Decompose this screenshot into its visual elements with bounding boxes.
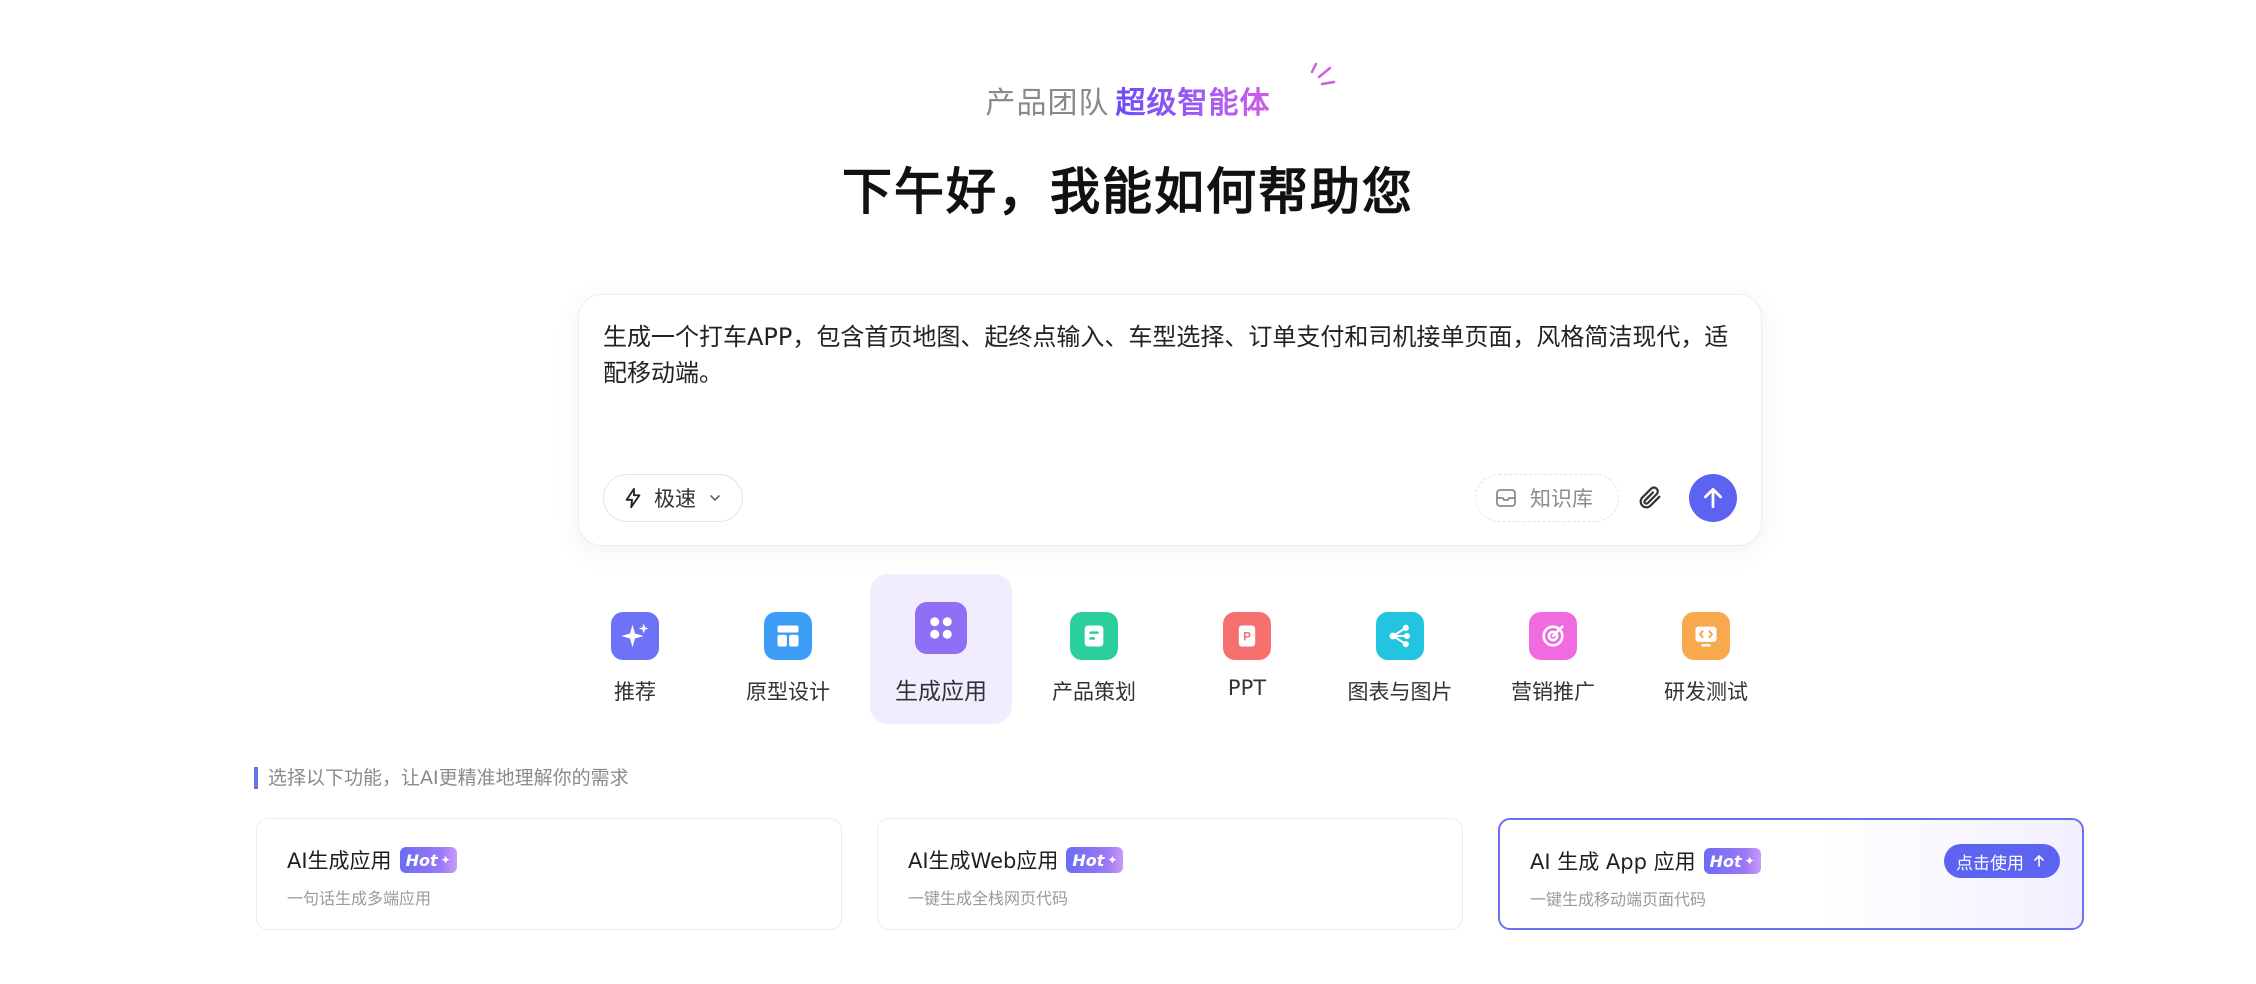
tab-label: 推荐 — [614, 680, 656, 704]
tab-product-planning[interactable]: 产品策划 — [1023, 574, 1165, 724]
code-icon — [1682, 612, 1730, 660]
chevron-down-icon — [710, 495, 720, 502]
layout-icon — [764, 612, 812, 660]
tab-ppt[interactable]: P PPT — [1176, 574, 1318, 724]
prompt-input[interactable]: 生成一个打车APP，包含首页地图、起终点输入、车型选择、订单支付和司机接单页面，… — [603, 319, 1739, 391]
send-button[interactable] — [1689, 474, 1737, 522]
feature-title: AI生成Web应用 — [908, 849, 1059, 873]
tab-prototype-design[interactable]: 原型设计 — [717, 574, 859, 724]
tab-label: 营销推广 — [1511, 680, 1595, 704]
target-icon — [1529, 612, 1577, 660]
sparkle-icon: ✦ — [1744, 854, 1755, 868]
tab-recommend[interactable]: 推荐 — [564, 574, 706, 724]
tab-generate-app[interactable]: 生成应用 — [870, 574, 1012, 724]
spark-decoration-icon — [1310, 62, 1336, 86]
sparkle-icon: ✦ — [1107, 853, 1118, 867]
tab-label: 原型设计 — [746, 680, 830, 704]
use-now-button[interactable]: 点击使用 — [1944, 844, 2060, 878]
use-now-label: 点击使用 — [1956, 853, 2024, 874]
speed-mode-dropdown[interactable]: 极速 — [603, 474, 743, 522]
knowledge-box-icon — [1496, 489, 1516, 507]
tab-label: 研发测试 — [1664, 680, 1748, 704]
team-label: 产品团队 — [985, 86, 1110, 121]
arrow-up-icon — [2034, 855, 2044, 867]
hot-badge: Hot ✦ — [1703, 848, 1761, 874]
arrow-up-icon — [1704, 487, 1722, 509]
knowledge-base-label: 知识库 — [1530, 487, 1593, 511]
tab-charts-images[interactable]: 图表与图片 — [1329, 574, 1471, 724]
paperclip-icon — [1639, 486, 1661, 509]
greeting-heading: 下午好，我能如何帮助您 — [842, 163, 1414, 221]
home-page: 产品团队 超级智能体 下午好，我能如何帮助您 生成一个打车APP，包含首页地图、起… — [0, 0, 2256, 984]
apps-grid-icon — [915, 602, 967, 654]
feature-description: 一句话生成多端应用 — [287, 889, 432, 908]
tab-label: PPT — [1227, 676, 1267, 700]
tab-label: 产品策划 — [1052, 680, 1136, 704]
prompt-composer: 生成一个打车APP，包含首页地图、起终点输入、车型选择、订单支付和司机接单页面，… — [578, 294, 1762, 546]
tab-dev-testing[interactable]: 研发测试 — [1635, 574, 1777, 724]
tab-label: 生成应用 — [895, 679, 987, 705]
svg-text:P: P — [1243, 631, 1251, 644]
super-agent-label: 超级智能体 — [1115, 86, 1271, 121]
feature-title: AI 生成 App 应用 — [1530, 850, 1696, 874]
share-nodes-icon — [1376, 612, 1424, 660]
sparkle-icon — [611, 612, 659, 660]
feature-description: 一键生成移动端页面代码 — [1530, 890, 1707, 909]
feature-card-ai-web-app[interactable]: AI生成Web应用 Hot ✦ 一键生成全栈网页代码 — [877, 818, 1463, 930]
tab-marketing[interactable]: 营销推广 — [1482, 574, 1624, 724]
feature-card-ai-app[interactable]: AI生成应用 Hot ✦ 一句话生成多端应用 — [256, 818, 842, 930]
category-tabs: 推荐 原型设计 生成应用 产品策划 P PPT 图表与图片 营销推广 研发测试 — [0, 574, 2256, 724]
lightning-icon — [625, 487, 641, 509]
hot-badge: Hot ✦ — [399, 847, 457, 873]
brand-title: 产品团队 超级智能体 — [0, 78, 2256, 122]
knowledge-base-button[interactable]: 知识库 — [1475, 474, 1619, 522]
feature-card-ai-mobile-app[interactable]: AI 生成 App 应用 Hot ✦ 一键生成移动端页面代码 点击使用 — [1498, 818, 2084, 930]
attach-button[interactable] — [1633, 481, 1667, 515]
feature-description: 一键生成全栈网页代码 — [908, 889, 1069, 908]
document-icon — [1070, 612, 1118, 660]
sparkle-icon: ✦ — [440, 853, 451, 867]
hot-badge: Hot ✦ — [1066, 847, 1124, 873]
section-hint: 选择以下功能，让AI更精准地理解你的需求 — [254, 767, 629, 789]
tab-label: 图表与图片 — [1347, 680, 1453, 704]
ppt-icon: P — [1223, 612, 1271, 660]
feature-title: AI生成应用 — [287, 849, 392, 873]
speed-mode-label: 极速 — [654, 487, 696, 511]
